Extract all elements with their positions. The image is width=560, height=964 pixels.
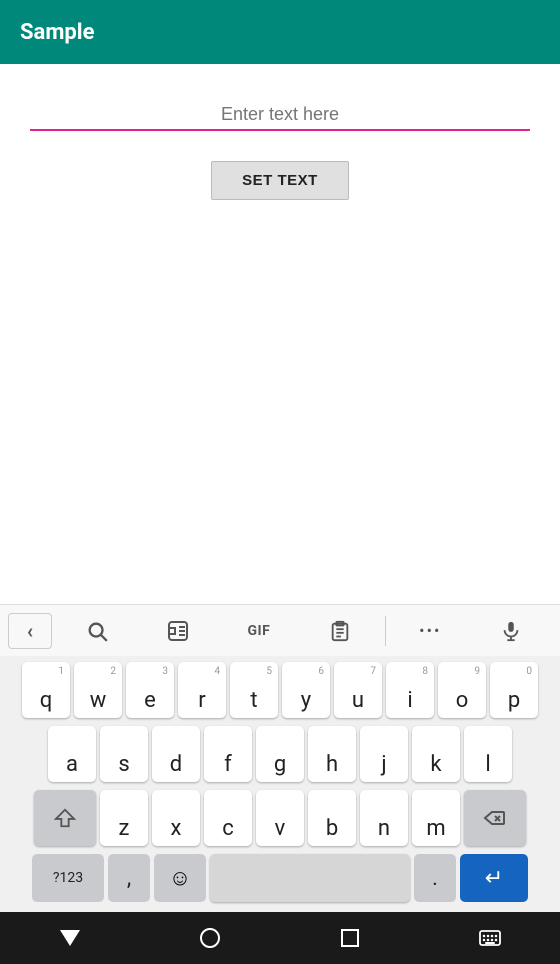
key-v[interactable]: v xyxy=(256,790,304,846)
period-label: . xyxy=(432,866,438,891)
comma-key[interactable]: , xyxy=(108,854,150,902)
nav-back-button[interactable] xyxy=(45,913,95,963)
home-circle-icon xyxy=(200,928,220,948)
toolbar-more-button[interactable]: ••• xyxy=(390,605,471,656)
back-chevron-icon: ‹ xyxy=(27,619,33,643)
key-w[interactable]: 2 w xyxy=(74,662,122,718)
emoji-key[interactable]: ☺ xyxy=(154,854,206,902)
key-h[interactable]: h xyxy=(308,726,356,782)
key-z[interactable]: z xyxy=(100,790,148,846)
toolbar-mic-button[interactable] xyxy=(471,605,552,656)
key-u[interactable]: 7 u xyxy=(334,662,382,718)
toolbar-back-button[interactable]: ‹ xyxy=(8,613,52,649)
gif-label: GIF xyxy=(248,623,271,639)
app-bar: Sample xyxy=(0,0,560,64)
key-o[interactable]: 9 o xyxy=(438,662,486,718)
set-text-button[interactable]: SET TEXT xyxy=(211,161,349,200)
text-input-wrapper xyxy=(30,104,530,131)
enter-icon: ↵ xyxy=(485,866,503,891)
period-key[interactable]: . xyxy=(414,854,456,902)
key-p[interactable]: 0 p xyxy=(490,662,538,718)
keyboard-icon xyxy=(478,926,502,950)
sticker-icon xyxy=(166,619,190,643)
keyboard-toolbar: ‹ GIF xyxy=(0,604,560,656)
key-e[interactable]: 3 e xyxy=(126,662,174,718)
key-row-bottom: ?123 , ☺ . ↵ xyxy=(2,852,558,904)
toolbar-gif-button[interactable]: GIF xyxy=(218,605,299,656)
app-title: Sample xyxy=(20,20,94,45)
toolbar-search-button[interactable] xyxy=(56,605,137,656)
numbers-key[interactable]: ?123 xyxy=(32,854,104,902)
key-j[interactable]: j xyxy=(360,726,408,782)
comma-label: , xyxy=(127,866,131,891)
key-row-1: 1 q 2 w 3 e 4 r 5 t 6 y xyxy=(2,660,558,720)
more-dots-icon: ••• xyxy=(419,621,441,640)
search-icon xyxy=(86,620,108,642)
key-c[interactable]: c xyxy=(204,790,252,846)
nav-bar xyxy=(0,912,560,964)
nav-home-button[interactable] xyxy=(185,913,235,963)
emoji-icon: ☺ xyxy=(169,865,191,891)
key-f[interactable]: f xyxy=(204,726,252,782)
key-d[interactable]: d xyxy=(152,726,200,782)
key-i[interactable]: 8 i xyxy=(386,662,434,718)
toolbar-clipboard-button[interactable] xyxy=(300,605,381,656)
space-key[interactable] xyxy=(210,854,410,902)
content-area: SET TEXT xyxy=(0,64,560,604)
key-l[interactable]: l xyxy=(464,726,512,782)
key-q[interactable]: 1 q xyxy=(22,662,70,718)
key-r[interactable]: 4 r xyxy=(178,662,226,718)
key-s[interactable]: s xyxy=(100,726,148,782)
nav-recents-button[interactable] xyxy=(325,913,375,963)
numbers-label: ?123 xyxy=(53,870,83,886)
mic-icon xyxy=(500,620,522,642)
key-a[interactable]: a xyxy=(48,726,96,782)
key-g[interactable]: g xyxy=(256,726,304,782)
key-n[interactable]: n xyxy=(360,790,408,846)
key-b[interactable]: b xyxy=(308,790,356,846)
keyboard-container: ‹ GIF xyxy=(0,604,560,912)
back-triangle-icon xyxy=(60,930,80,946)
key-y[interactable]: 6 y xyxy=(282,662,330,718)
nav-keyboard-button[interactable] xyxy=(465,913,515,963)
recents-square-icon xyxy=(341,929,359,947)
key-m[interactable]: m xyxy=(412,790,460,846)
key-x[interactable]: x xyxy=(152,790,200,846)
key-t[interactable]: 5 t xyxy=(230,662,278,718)
shift-icon xyxy=(54,807,76,829)
backspace-key[interactable] xyxy=(464,790,526,846)
clipboard-icon xyxy=(329,620,351,642)
backspace-icon xyxy=(483,806,507,830)
toolbar-sticker-button[interactable] xyxy=(137,605,218,656)
key-k[interactable]: k xyxy=(412,726,460,782)
shift-key[interactable] xyxy=(34,790,96,846)
key-row-2: a s d f g h j k l xyxy=(2,724,558,784)
enter-key[interactable]: ↵ xyxy=(460,854,528,902)
toolbar-separator xyxy=(385,616,386,646)
text-input[interactable] xyxy=(30,104,530,125)
key-row-3: z x c v b n m xyxy=(2,788,558,848)
keyboard: 1 q 2 w 3 e 4 r 5 t 6 y xyxy=(0,656,560,912)
